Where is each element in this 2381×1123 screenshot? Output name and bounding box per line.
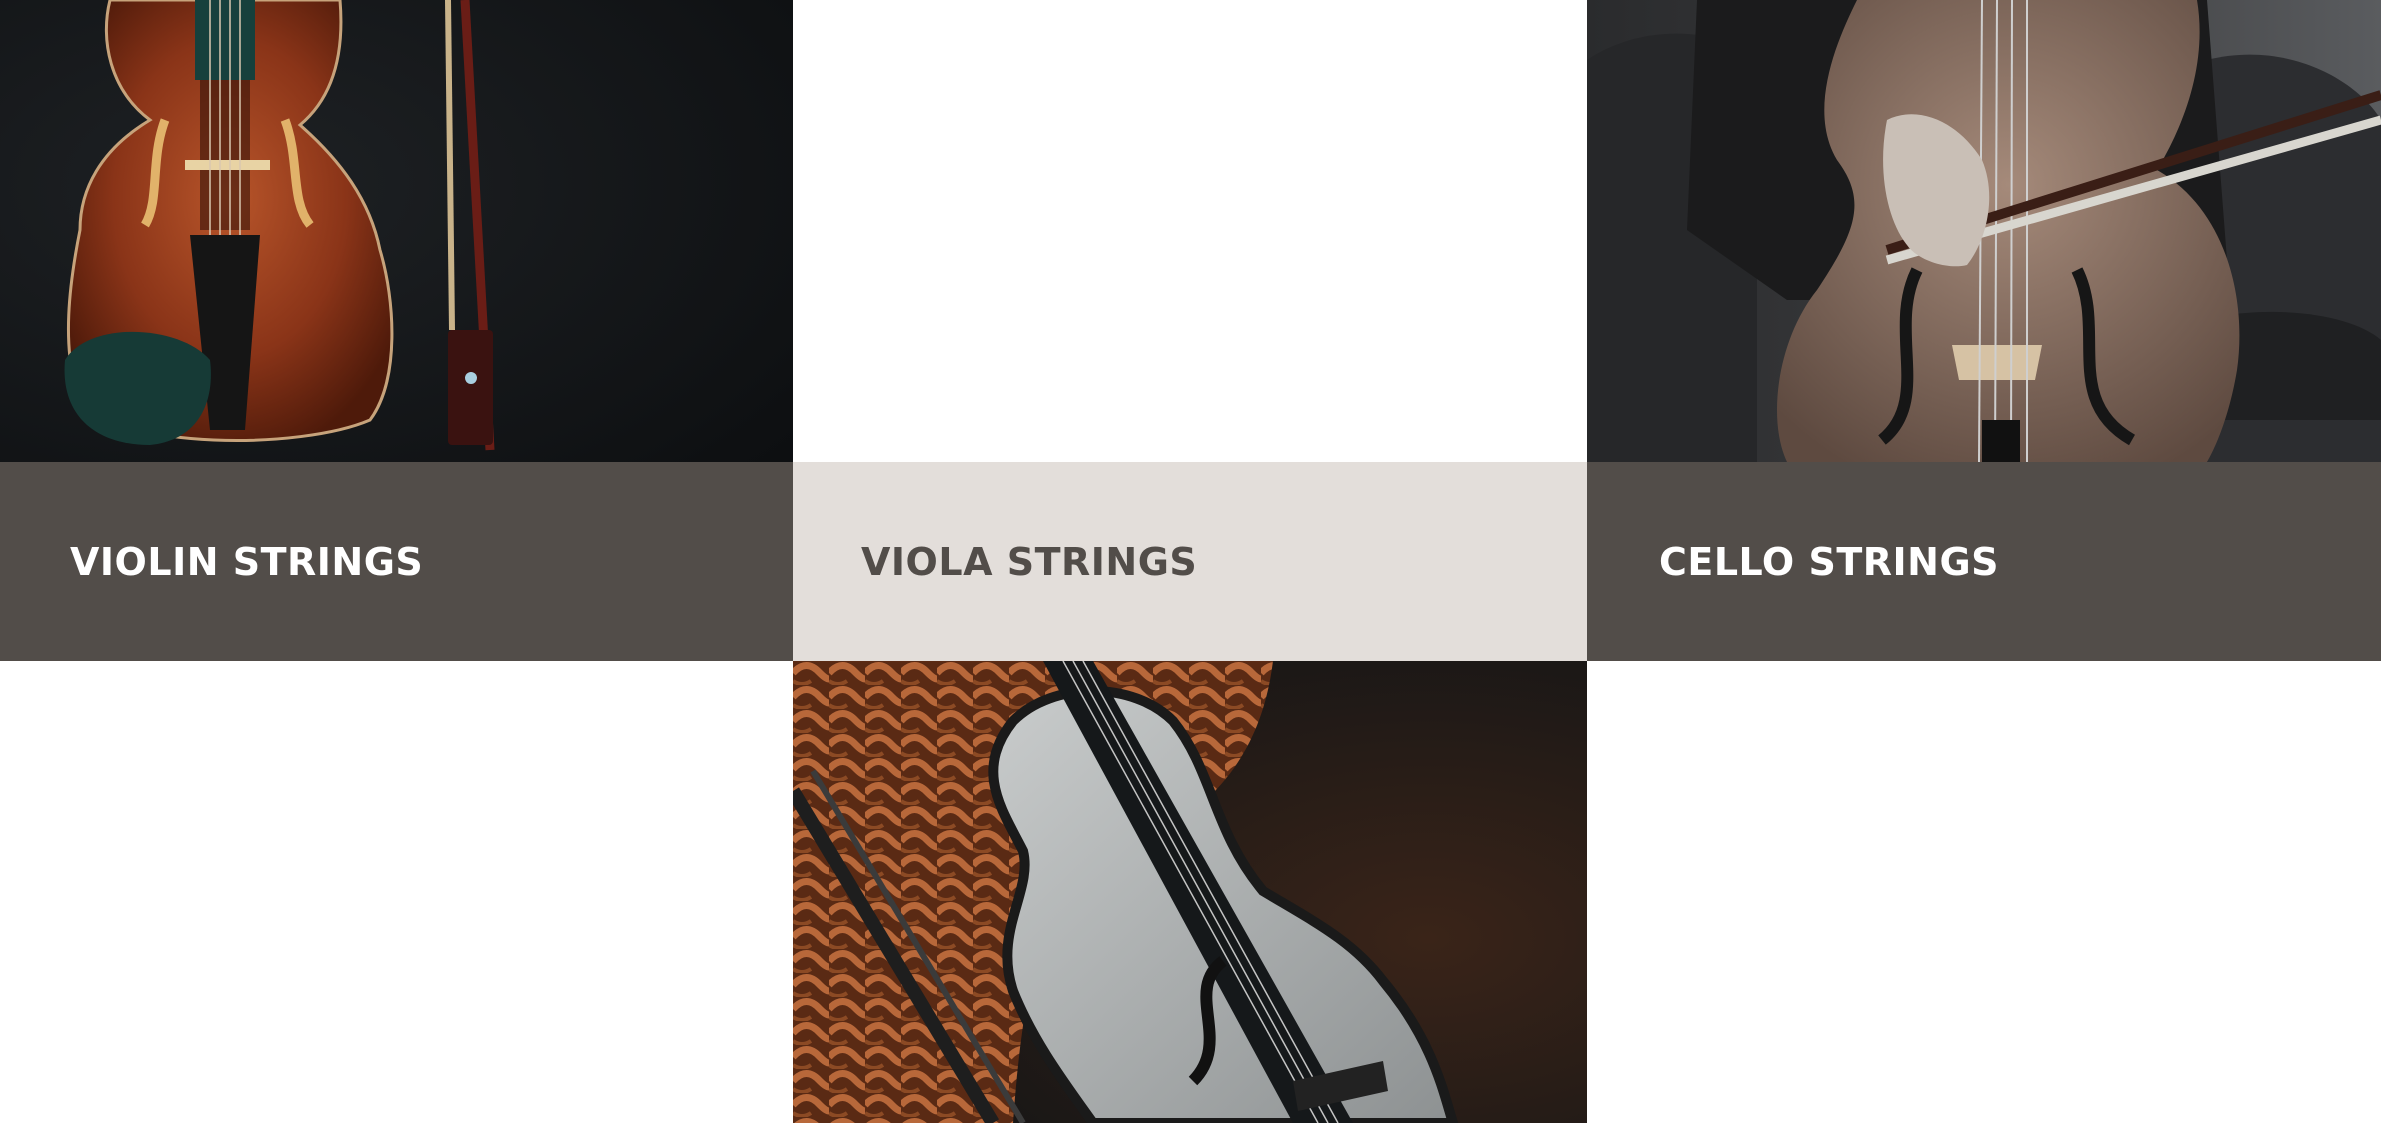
viola-photo[interactable] — [793, 661, 1587, 1123]
violin-strings-tile[interactable]: VIOLIN STRINGS — [0, 462, 793, 661]
string-category-grid: VIOLIN STRINGS VIOLA STRINGS CELLO STRIN… — [0, 0, 2381, 1123]
cello-strings-title: CELLO STRINGS — [1659, 539, 2000, 584]
violin-photo[interactable] — [0, 0, 793, 462]
cello-strings-tile[interactable]: CELLO STRINGS — [1587, 462, 2381, 661]
viola-strings-title: VIOLA STRINGS — [861, 539, 1198, 584]
cello-photo[interactable] — [1587, 0, 2381, 462]
viola-strings-tile[interactable]: VIOLA STRINGS — [793, 462, 1587, 661]
empty-tile — [0, 661, 793, 1123]
empty-tile — [1587, 661, 2381, 1123]
empty-tile — [793, 0, 1587, 462]
violin-strings-title: VIOLIN STRINGS — [70, 539, 424, 584]
